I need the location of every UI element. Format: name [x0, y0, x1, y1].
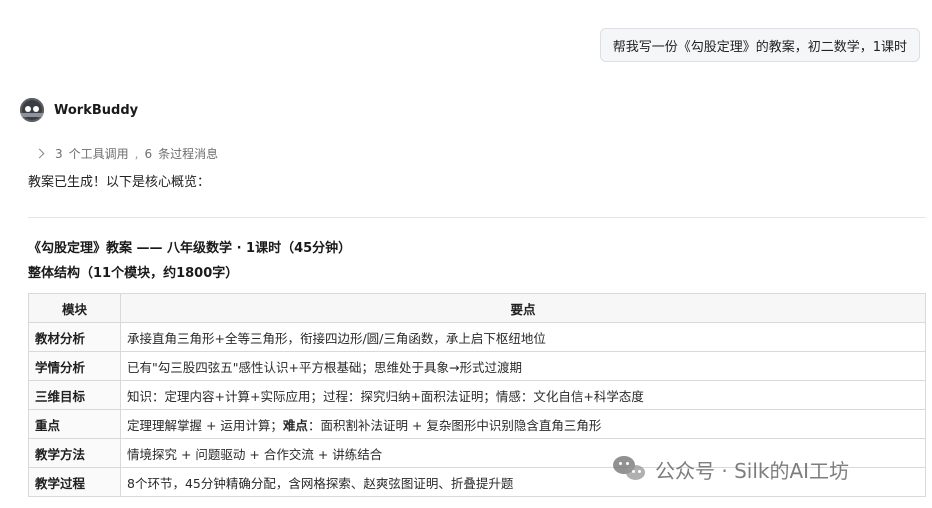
table-row: 三维目标 知识：定理内容+计算+实际应用；过程：探究归纳+面积法证明；情感：文化…: [28, 380, 926, 410]
points-text: ：面积割补法证明 + 复杂图形中识别隐含直角三角形: [307, 417, 602, 433]
header-module: 模块: [28, 293, 121, 323]
points-cell: 已有"勾三股四弦五"感性认识+平方根基础；思维处于具象→形式过渡期: [120, 351, 926, 381]
divider: [28, 217, 926, 218]
tool-summary-toggle[interactable]: 3 个工具调用 , 6 条过程消息: [34, 145, 219, 162]
points-cell: 承接直角三角形+全等三角形，衔接四边形/圆/三角函数，承上启下枢纽地位: [120, 322, 926, 352]
table-row: 教材分析 承接直角三角形+全等三角形，衔接四边形/圆/三角函数，承上启下枢纽地位: [28, 322, 926, 352]
completion-message: 教案已生成！以下是核心概览：: [28, 175, 211, 190]
difficulty-label: 难点: [282, 417, 308, 433]
user-message-text: 帮我写一份《勾股定理》的教案，初二数学，1课时: [612, 39, 907, 55]
module-cell: 教材分析: [28, 322, 121, 352]
wechat-icon: [613, 454, 647, 484]
user-message-bubble: 帮我写一份《勾股定理》的教案，初二数学，1课时: [599, 28, 920, 62]
module-cell: 三维目标: [28, 380, 121, 410]
tool-label: 个工具调用: [68, 147, 129, 161]
summary-separator: ,: [134, 146, 139, 161]
module-cell: 重点: [28, 409, 121, 439]
bot-name: WorkBuddy: [54, 102, 139, 118]
module-cell: 教学方法: [28, 438, 121, 468]
module-cell: 教学过程: [28, 467, 121, 497]
chevron-right-icon: [34, 148, 45, 159]
header-points: 要点: [120, 293, 926, 323]
module-cell: 学情分析: [28, 351, 121, 381]
watermark-text: 公众号 · Silk的AI工坊: [655, 458, 850, 483]
process-count: 6: [144, 146, 153, 161]
structure-heading: 整体结构（11个模块，约1800字）: [28, 266, 239, 281]
document-title: 《勾股定理》教案 —— 八年级数学 · 1课时（45分钟）: [28, 241, 352, 256]
points-cell: 定理理解掌握 + 运用计算；难点：面积割补法证明 + 复杂图形中识别隐含直角三角…: [120, 409, 926, 439]
tool-count: 3: [55, 146, 63, 161]
points-text: 定理理解掌握 + 运用计算；: [127, 417, 283, 433]
table-header-row: 模块 要点: [28, 293, 926, 323]
chat-page: 帮我写一份《勾股定理》的教案，初二数学，1课时 WorkBuddy 3 个工具调…: [0, 0, 932, 508]
table-row: 重点 定理理解掌握 + 运用计算；难点：面积割补法证明 + 复杂图形中识别隐含直…: [28, 409, 926, 439]
watermark: 公众号 · Silk的AI工坊: [613, 454, 849, 484]
points-cell: 知识：定理内容+计算+实际应用；过程：探究归纳+面积法证明；情感：文化自信+科学…: [120, 380, 926, 410]
bot-header: WorkBuddy: [20, 98, 138, 122]
table-row: 学情分析 已有"勾三股四弦五"感性认识+平方根基础；思维处于具象→形式过渡期: [28, 351, 926, 381]
robot-avatar-icon: [20, 98, 44, 122]
process-label: 条过程消息: [158, 147, 219, 161]
